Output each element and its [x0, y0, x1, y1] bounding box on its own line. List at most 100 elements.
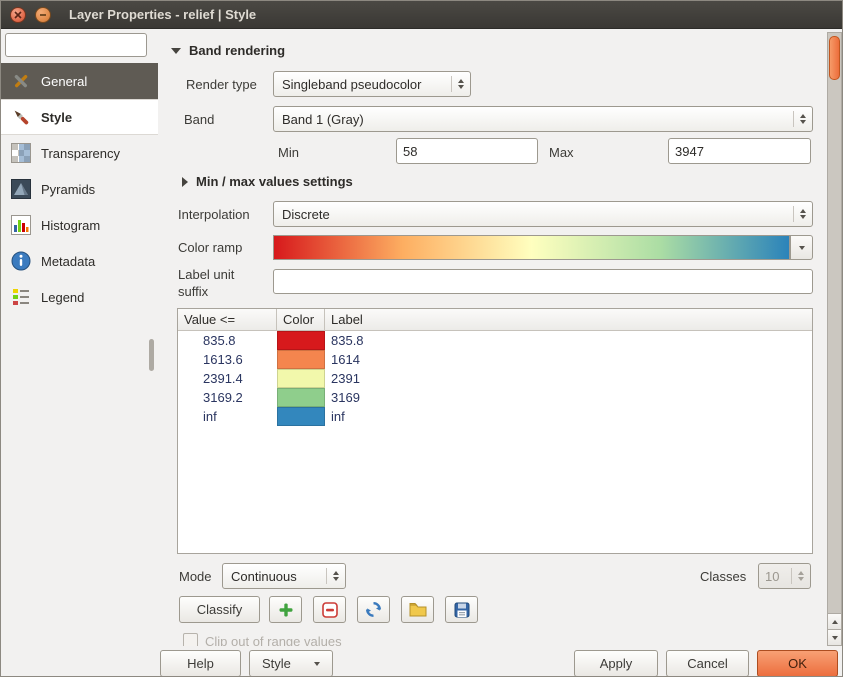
sidebar-scrollbar-thumb[interactable] [149, 339, 154, 371]
table-row[interactable]: 3169.2 3169 [178, 388, 812, 407]
color-ramp-preview[interactable] [273, 235, 790, 260]
value-cell[interactable]: inf [178, 409, 277, 424]
help-button[interactable]: Help [160, 650, 241, 677]
classify-button[interactable]: Classify [179, 596, 260, 623]
value-cell[interactable]: 3169.2 [178, 390, 277, 405]
close-window-icon[interactable] [10, 7, 26, 23]
sidebar: General Style [1, 29, 158, 676]
interpolation-label: Interpolation [178, 207, 250, 222]
scrollbar-down-button[interactable] [828, 629, 841, 645]
label-cell[interactable]: 2391 [325, 371, 812, 386]
sidebar-item-histogram[interactable]: Histogram [1, 207, 158, 243]
table-row[interactable]: 1613.6 1614 [178, 350, 812, 369]
refresh-button[interactable] [357, 596, 390, 623]
label-cell[interactable]: 1614 [325, 352, 812, 367]
vertical-scrollbar[interactable] [827, 32, 842, 646]
remove-entry-button[interactable] [313, 596, 346, 623]
add-entry-button[interactable] [269, 596, 302, 623]
band-combobox[interactable]: Band 1 (Gray) [273, 106, 813, 132]
label-unit-suffix-input[interactable] [273, 269, 813, 294]
scrollbar-thumb[interactable] [829, 36, 840, 80]
spinner-arrows-icon [792, 571, 810, 581]
label-cell[interactable]: inf [325, 409, 812, 424]
table-row[interactable]: inf inf [178, 407, 812, 426]
color-swatch[interactable] [277, 388, 325, 407]
load-color-map-button[interactable] [401, 596, 434, 623]
plus-icon [278, 602, 294, 618]
band-rendering-section-header[interactable]: Band rendering [171, 43, 285, 58]
save-color-map-button[interactable] [445, 596, 478, 623]
sidebar-item-label: Style [41, 110, 72, 125]
sidebar-item-legend[interactable]: Legend [1, 279, 158, 315]
combobox-value: Band 1 (Gray) [282, 112, 364, 127]
sidebar-item-label: Metadata [41, 254, 95, 269]
style-menu-label: Style [262, 656, 291, 671]
label-cell[interactable]: 835.8 [325, 333, 812, 348]
style-menu-button[interactable]: Style [249, 650, 333, 677]
sidebar-item-pyramids[interactable]: Pyramids [1, 171, 158, 207]
column-header-label[interactable]: Label [325, 309, 812, 330]
sidebar-item-metadata[interactable]: Metadata [1, 243, 158, 279]
clip-out-of-range-label: Clip out of range values [205, 634, 342, 646]
color-ramp-dropdown-button[interactable] [790, 235, 813, 260]
sidebar-item-style[interactable]: Style [1, 99, 158, 135]
combobox-value: Discrete [282, 207, 330, 222]
style-page: Band rendering Render type Singleband ps… [158, 29, 828, 646]
section-title: Band rendering [189, 43, 285, 58]
classes-label: Classes [700, 569, 746, 584]
spinner-arrows-icon [794, 209, 812, 219]
band-label: Band [184, 112, 214, 127]
save-icon [454, 602, 470, 618]
apply-button[interactable]: Apply [574, 650, 658, 677]
combobox-value: Continuous [231, 569, 297, 584]
min-label: Min [278, 145, 299, 160]
minmax-settings-section-header[interactable]: Min / max values settings [182, 174, 353, 189]
mode-combobox[interactable]: Continuous [222, 563, 346, 589]
layer-properties-dialog: Layer Properties - relief | Style Genera… [0, 0, 843, 677]
table-row[interactable]: 2391.4 2391 [178, 369, 812, 388]
color-map-table: Value <= Color Label 835.8 835.8 1613.6 … [177, 308, 813, 554]
sidebar-search-input[interactable] [5, 33, 147, 57]
pyramids-icon [10, 178, 32, 200]
tools-icon [10, 70, 32, 92]
color-swatch[interactable] [277, 407, 325, 426]
column-header-color[interactable]: Color [277, 309, 325, 330]
cancel-button[interactable]: Cancel [666, 650, 749, 677]
sidebar-item-label: General [41, 74, 87, 89]
sidebar-item-label: Pyramids [41, 182, 95, 197]
sidebar-item-general[interactable]: General [1, 63, 158, 99]
color-swatch[interactable] [277, 369, 325, 388]
arrow-up-icon [832, 620, 838, 624]
chevron-down-icon [799, 246, 805, 250]
render-type-label: Render type [186, 77, 257, 92]
collapse-triangle-icon [171, 48, 181, 54]
combobox-value: Singleband pseudocolor [282, 77, 422, 92]
sidebar-item-transparency[interactable]: Transparency [1, 135, 158, 171]
ok-button[interactable]: OK [757, 650, 838, 677]
titlebar: Layer Properties - relief | Style [1, 1, 842, 29]
interpolation-combobox[interactable]: Discrete [273, 201, 813, 227]
sidebar-item-label: Transparency [41, 146, 120, 161]
color-swatch[interactable] [277, 350, 325, 369]
label-unit-suffix-label: Label unit suffix [178, 266, 268, 300]
minimize-window-icon[interactable] [35, 7, 51, 23]
classes-spinbox: 10 [758, 563, 811, 589]
refresh-icon [365, 601, 382, 618]
color-swatch[interactable] [277, 331, 325, 350]
column-header-value[interactable]: Value <= [178, 309, 277, 330]
label-cell[interactable]: 3169 [325, 390, 812, 405]
value-cell[interactable]: 1613.6 [178, 352, 277, 367]
max-label: Max [549, 145, 574, 160]
render-type-combobox[interactable]: Singleband pseudocolor [273, 71, 471, 97]
table-header-row: Value <= Color Label [178, 309, 812, 331]
max-input[interactable] [668, 138, 811, 164]
min-input[interactable] [396, 138, 538, 164]
chevron-down-icon [314, 662, 320, 666]
clip-out-of-range-checkbox[interactable] [183, 633, 198, 646]
value-cell[interactable]: 835.8 [178, 333, 277, 348]
value-cell[interactable]: 2391.4 [178, 371, 277, 386]
spinner-arrows-icon [452, 79, 470, 89]
table-row[interactable]: 835.8 835.8 [178, 331, 812, 350]
scrollbar-up-button[interactable] [828, 613, 841, 629]
legend-icon [10, 286, 32, 308]
